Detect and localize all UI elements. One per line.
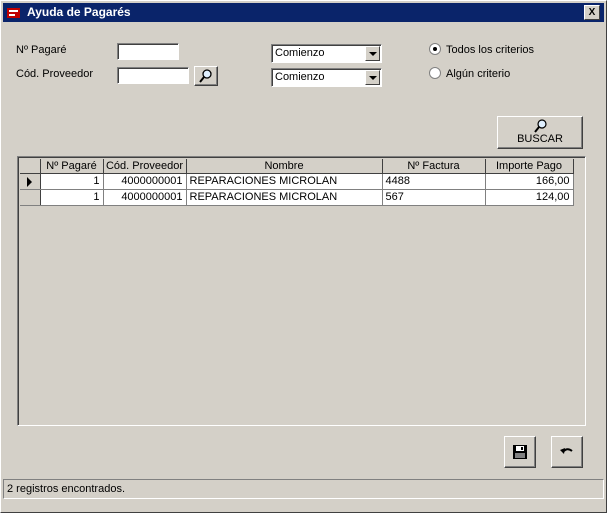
proveedor-input[interactable] (117, 67, 189, 84)
proveedor-match-select[interactable]: Comienzo (271, 68, 382, 87)
table-cell[interactable]: 567 (382, 189, 486, 206)
pagare-label: Nº Pagaré (16, 44, 67, 56)
undo-arrow-icon (560, 448, 573, 454)
row-pointer-icon (27, 176, 32, 187)
column-header[interactable]: Cód. Proveedor (103, 159, 187, 174)
table-cell[interactable]: 4000000001 (103, 189, 187, 206)
undo-button[interactable] (551, 436, 583, 468)
table-cell[interactable]: 1 (40, 173, 104, 190)
title-bar[interactable]: Ayuda de Pagarés X (3, 3, 604, 22)
app-icon (7, 8, 20, 18)
table-row[interactable]: 1 4000000001 REPARACIONES MICROLAN 4488 … (20, 173, 574, 190)
help-window: Ayuda de Pagarés X Nº Pagaré Cód. Provee… (0, 0, 607, 513)
pagare-match-select[interactable]: Comienzo (271, 44, 382, 63)
table-cell[interactable]: REPARACIONES MICROLAN (186, 189, 383, 206)
magnifier-icon (199, 69, 212, 83)
all-criteria-label: Todos los criterios (446, 44, 535, 56)
save-button[interactable] (504, 436, 536, 468)
window-title: Ayuda de Pagarés (27, 5, 131, 19)
proveedor-match-value: Comienzo (275, 71, 325, 83)
magnifier-icon (534, 119, 547, 133)
pagare-match-value: Comienzo (275, 47, 325, 59)
table-cell[interactable]: 166,00 (485, 173, 574, 190)
close-button[interactable]: X (584, 5, 600, 20)
table-cell[interactable]: 1 (40, 189, 104, 206)
row-indicator[interactable] (20, 189, 41, 206)
any-criteria-radio[interactable] (429, 67, 441, 79)
results-grid[interactable]: Nº Pagaré Cód. Proveedor Nombre Nº Factu… (17, 156, 586, 426)
column-header[interactable]: Nº Pagaré (40, 159, 104, 174)
pagare-input[interactable] (117, 43, 179, 60)
chevron-down-icon[interactable] (365, 70, 380, 85)
table-cell[interactable]: 124,00 (485, 189, 574, 206)
column-header[interactable]: Nombre (186, 159, 383, 174)
column-header[interactable]: Nº Factura (382, 159, 486, 174)
any-criteria-label: Algún criterio (446, 68, 511, 80)
table-cell[interactable]: 4000000001 (103, 173, 187, 190)
buscar-button[interactable]: BUSCAR (497, 116, 583, 149)
table-row[interactable]: 1 4000000001 REPARACIONES MICROLAN 567 1… (20, 189, 574, 206)
results-table: Nº Pagaré Cód. Proveedor Nombre Nº Factu… (20, 159, 574, 206)
proveedor-label: Cód. Proveedor (16, 68, 94, 80)
chevron-down-icon[interactable] (365, 46, 380, 61)
proveedor-search-button[interactable] (194, 66, 218, 86)
all-criteria-radio[interactable] (429, 43, 441, 55)
table-cell[interactable]: 4488 (382, 173, 486, 190)
status-text: 2 registros encontrados. (7, 483, 126, 495)
row-indicator[interactable] (20, 173, 41, 190)
floppy-disk-icon (513, 445, 527, 459)
column-header[interactable]: Importe Pago (485, 159, 574, 174)
table-cell[interactable]: REPARACIONES MICROLAN (186, 173, 383, 190)
status-bar: 2 registros encontrados. (3, 479, 604, 499)
buscar-label: BUSCAR (517, 133, 563, 145)
row-indicator-header (20, 159, 41, 174)
